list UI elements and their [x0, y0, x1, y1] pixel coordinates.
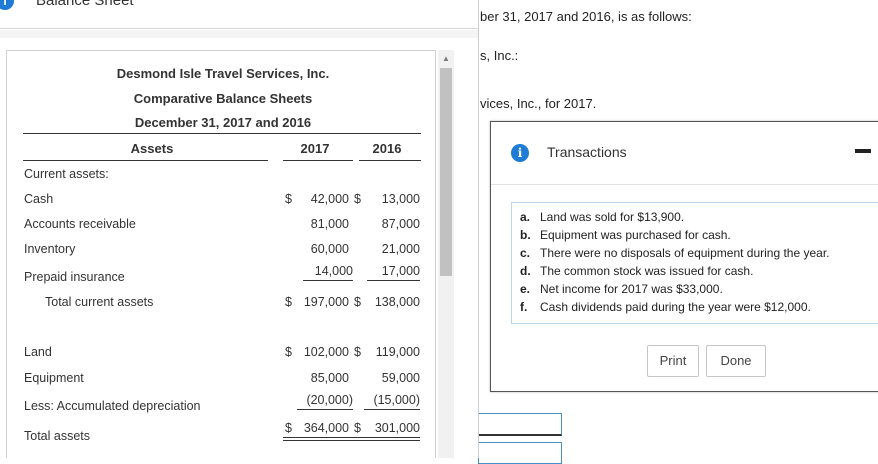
- background-text-line1: ber 31, 2017 and 2016, is as follows:: [480, 9, 692, 24]
- transaction-letter: f.: [520, 300, 528, 314]
- info-icon: i: [0, 0, 14, 10]
- transaction-text: Equipment was purchased for cash.: [540, 228, 731, 242]
- titlebar-separator: [0, 30, 478, 38]
- prepaid-2017: 14,000: [303, 264, 353, 281]
- transaction-letter: b.: [520, 228, 531, 242]
- prepaid-2016: 17,000: [367, 264, 420, 281]
- scroll-up-arrow-icon[interactable]: ▲: [438, 52, 454, 66]
- column-header-rule-2016: [359, 160, 421, 161]
- transaction-letter: a.: [520, 210, 531, 224]
- row-label-land: Land: [24, 345, 52, 359]
- dollar-sign: $: [285, 192, 292, 206]
- minimize-icon[interactable]: [855, 149, 871, 153]
- transaction-item: a. Land was sold for $13,900.: [520, 210, 684, 224]
- total-assets-2016: 301,000: [374, 421, 420, 435]
- done-button[interactable]: Done: [706, 345, 766, 377]
- cash-2017: 42,000: [310, 192, 349, 206]
- balance-sheet-window: i Balance Sheet Desmond Isle Travel Serv…: [0, 0, 479, 458]
- scrollbar-thumb[interactable]: [440, 68, 452, 276]
- transaction-letter: c.: [520, 246, 531, 260]
- accum-dep-2016: (15,000): [364, 393, 420, 410]
- ar-2017: 81,000: [310, 217, 349, 231]
- equipment-2017: 85,000: [310, 371, 349, 385]
- dollar-sign: $: [354, 345, 361, 359]
- dollar-sign: $: [285, 345, 292, 359]
- row-label-accumulated-depreciation: Less: Accumulated depreciation: [24, 399, 201, 413]
- report-name: Comparative Balance Sheets: [133, 91, 313, 106]
- total-current-2016: 138,000: [374, 295, 420, 309]
- transaction-item: e. Net income for 2017 was $33,000.: [520, 282, 723, 296]
- vertical-scrollbar[interactable]: ▲: [438, 50, 454, 458]
- land-2017: 102,000: [303, 345, 349, 359]
- row-label-cash: Cash: [24, 192, 54, 206]
- column-header-rule-assets: [23, 160, 268, 161]
- report-date: December 31, 2017 and 2016: [134, 115, 312, 130]
- column-header-2017: 2017: [300, 141, 330, 156]
- inventory-2016: 21,000: [381, 242, 420, 256]
- row-label-accounts-receivable: Accounts receivable: [24, 217, 136, 231]
- transaction-text: Cash dividends paid during the year were…: [540, 300, 811, 314]
- transaction-text: There were no disposals of equipment dur…: [540, 246, 830, 260]
- dollar-sign: $: [354, 421, 361, 435]
- balance-sheet-content: Desmond Isle Travel Services, Inc. Compa…: [6, 50, 436, 458]
- transactions-title: Transactions: [547, 144, 627, 160]
- transaction-text: The common stock was issued for cash.: [540, 264, 754, 278]
- total-current-2017: 197,000: [303, 295, 349, 309]
- total-assets-double-rule-bottom: [283, 440, 420, 441]
- transactions-dialog: i Transactions a. Land was sold for $13,9…: [490, 121, 878, 392]
- row-label-total-assets: Total assets: [24, 429, 91, 443]
- balance-sheet-title: Balance Sheet: [36, 0, 134, 9]
- land-2016: 119,000: [375, 345, 420, 359]
- background-input-1[interactable]: [478, 413, 562, 436]
- section-current-assets: Current assets:: [24, 167, 109, 181]
- total-assets-double-rule-top: [283, 437, 420, 438]
- company-name: Desmond Isle Travel Services, Inc.: [116, 66, 330, 81]
- balance-sheet-titlebar: i Balance Sheet: [0, 0, 478, 29]
- row-label-total-current-assets: Total current assets: [45, 295, 154, 309]
- transactions-list: a. Land was sold for $13,900. b. Equipment…: [511, 202, 878, 324]
- transaction-letter: d.: [520, 264, 531, 278]
- transactions-dialog-header: i Transactions: [491, 122, 878, 185]
- dollar-sign: $: [354, 192, 361, 206]
- column-header-assets: Assets: [130, 141, 174, 156]
- dollar-sign: $: [354, 295, 361, 309]
- inventory-2017: 60,000: [310, 242, 349, 256]
- ar-2016: 87,000: [381, 217, 420, 231]
- total-assets-2017: 364,000: [303, 421, 349, 435]
- row-label-prepaid-insurance: Prepaid insurance: [24, 270, 125, 284]
- transaction-text: Land was sold for $13,900.: [540, 210, 685, 224]
- transaction-item: f. Cash dividends paid during the year we…: [520, 300, 811, 314]
- print-button[interactable]: Print: [647, 345, 699, 377]
- equipment-2016: 59,000: [381, 371, 420, 385]
- column-header-2016: 2016: [372, 141, 402, 156]
- transaction-item: b. Equipment was purchased for cash.: [520, 228, 731, 242]
- background-text-line3: vices, Inc., for 2017.: [480, 96, 597, 111]
- dollar-sign: $: [285, 295, 292, 309]
- column-header-rule-2017: [283, 160, 353, 161]
- background-input-2[interactable]: [478, 442, 562, 464]
- transaction-text: Net income for 2017 was $33,000.: [540, 282, 723, 296]
- row-label-inventory: Inventory: [24, 242, 76, 256]
- info-icon: i: [511, 144, 529, 162]
- header-rule: [23, 133, 421, 134]
- transaction-item: c. There were no disposals of equipment d…: [520, 246, 830, 260]
- cash-2016: 13,000: [381, 192, 420, 206]
- dollar-sign: $: [285, 421, 292, 435]
- row-label-equipment: Equipment: [24, 371, 84, 385]
- background-text-line2: s, Inc.:: [480, 48, 519, 63]
- transaction-letter: e.: [520, 282, 531, 296]
- accum-dep-2017: (20,000): [297, 393, 353, 410]
- transaction-item: d. The common stock was issued for cash.: [520, 264, 753, 278]
